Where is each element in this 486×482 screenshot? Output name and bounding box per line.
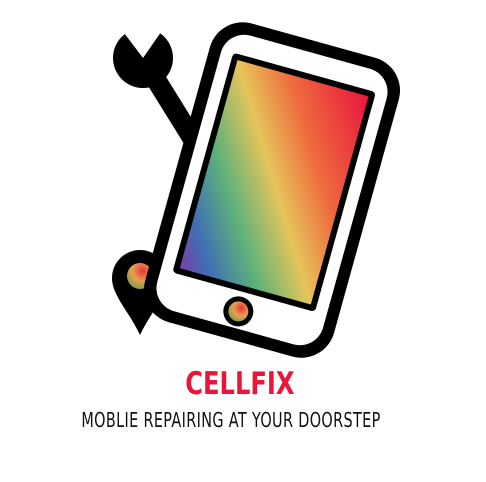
- brand-name: CELLFIX: [185, 366, 295, 402]
- cellfix-logo: CELLFIX MOBLIE REPAIRING AT YOUR DOORSTE…: [0, 0, 486, 482]
- tagline: MOBLIE REPAIRING AT YOUR DOORSTEP: [81, 408, 381, 432]
- smartphone-icon: [143, 22, 401, 358]
